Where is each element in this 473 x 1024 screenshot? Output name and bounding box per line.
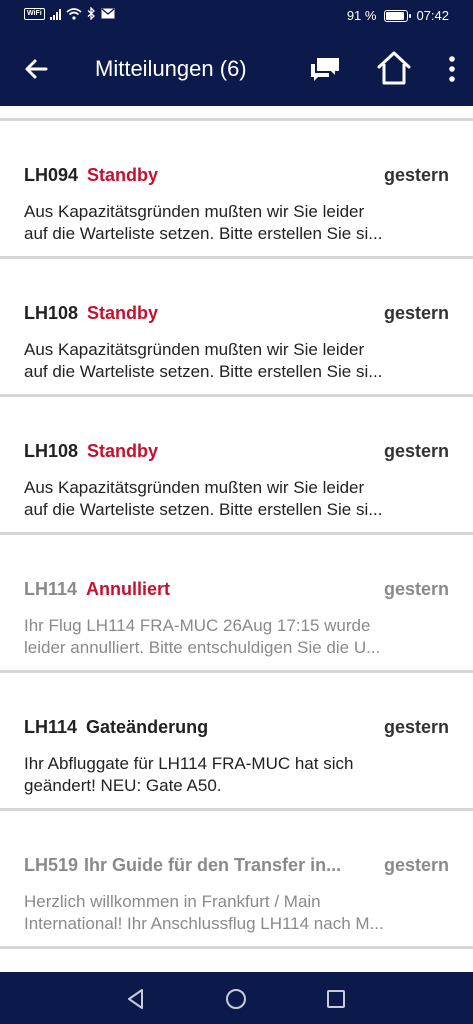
message-date: gestern [383,855,449,875]
flight-number: LH519 [24,854,79,875]
mail-icon [101,8,115,19]
flight-number: LH114 [24,578,78,599]
bluetooth-icon [87,7,95,20]
more-vert-icon[interactable] [444,54,460,84]
status-bar: WiFi 91 % 07:42 [0,0,473,32]
home-icon[interactable] [376,50,412,86]
preview-line: Aus Kapazitätsgründen mußten wir Sie lei… [24,202,365,221]
message-item[interactable]: LH114 Annulliert gestern Ihr Flug LH114 … [0,535,473,673]
message-item[interactable]: LH094 Standby gestern Aus Kapazitätsgrün… [0,121,473,259]
message-date: gestern [383,165,449,185]
battery-percent: 91 % [346,8,377,23]
back-triangle-icon[interactable] [124,987,148,1011]
app-bar: Mitteilungen (6) [0,32,473,106]
message-preview: Aus Kapazitätsgründen mußten wir Sie lei… [24,477,449,521]
preview-line: Ihr Abfluggate für LH114 FRA-MUC hat sic… [24,754,354,773]
flight-number: LH094 [24,164,79,185]
message-date: gestern [383,579,449,599]
message-status: Ihr Guide für den Transfer in... [84,854,342,875]
message-date: gestern [383,717,449,737]
message-preview: Herzlich willkommen in Frankfurt / Main … [24,891,449,935]
message-preview: Ihr Abfluggate für LH114 FRA-MUC hat sic… [24,753,449,797]
message-status: Annulliert [86,578,171,599]
back-arrow-icon[interactable] [20,53,52,85]
message-item[interactable]: LH108 Standby gestern Aus Kapazitätsgrün… [0,397,473,535]
signal-icon [49,8,61,20]
preview-line: Herzlich willkommen in Frankfurt / Main [24,892,321,911]
home-circle-icon[interactable] [224,987,248,1011]
divider [0,946,473,949]
chat-icon[interactable] [308,54,342,84]
message-status: Standby [87,302,159,323]
message-date: gestern [383,441,449,461]
flight-number: LH108 [24,440,79,461]
preview-line: Aus Kapazitätsgründen mußten wir Sie lei… [24,340,365,359]
preview-line: auf die Warteliste setzen. Bitte erstell… [24,224,383,243]
preview-line: International! Ihr Anschlussflug LH114 n… [24,914,384,933]
flight-number: LH114 [24,716,78,737]
preview-line: leider annulliert. Bitte entschuldigen S… [24,638,381,657]
message-item[interactable]: LH114 Gateänderung gestern Ihr Abfluggat… [0,673,473,811]
preview-line: auf die Warteliste setzen. Bitte erstell… [24,362,383,381]
preview-line: Ihr Flug LH114 FRA-MUC 26Aug 17:15 wurde [24,616,371,635]
clock: 07:42 [416,8,449,23]
preview-line: Aus Kapazitätsgründen mußten wir Sie lei… [24,478,365,497]
message-preview: Aus Kapazitätsgründen mußten wir Sie lei… [24,339,449,383]
page-title: Mitteilungen (6) [95,56,247,81]
wifi-icon [66,7,82,20]
message-item[interactable]: LH108 Standby gestern Aus Kapazitätsgrün… [0,259,473,397]
flight-number: LH108 [24,302,79,323]
message-list[interactable]: LH094 Standby gestern Aus Kapazitätsgrün… [0,106,473,972]
recents-square-icon[interactable] [324,987,348,1011]
preview-line: geändert! NEU: Gate A50. [24,776,222,795]
message-preview: Aus Kapazitätsgründen mußten wir Sie lei… [24,201,449,245]
wifi-calling-icon: WiFi [24,7,45,20]
message-preview: Ihr Flug LH114 FRA-MUC 26Aug 17:15 wurde… [24,615,449,659]
message-date: gestern [383,303,449,323]
message-item[interactable]: LH519 Ihr Guide für den Transfer in... g… [0,811,473,949]
preview-line: auf die Warteliste setzen. Bitte erstell… [24,500,383,519]
message-status: Gateänderung [86,716,209,737]
system-nav-bar [0,972,473,1024]
message-status: Standby [87,164,159,185]
message-status: Standby [87,440,159,461]
battery-icon [384,9,412,22]
